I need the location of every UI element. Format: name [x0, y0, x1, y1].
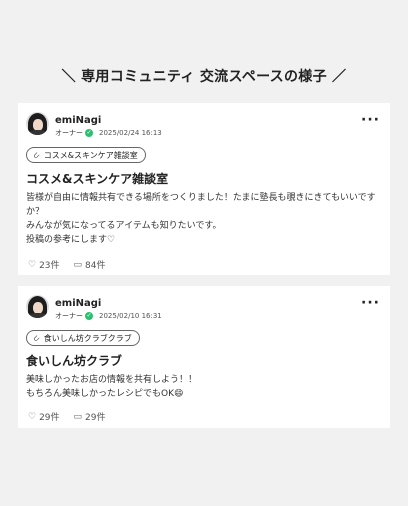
author-role: オーナー	[55, 129, 83, 137]
paperclip-icon: ⊂	[30, 149, 42, 161]
author-role: オーナー	[55, 312, 83, 320]
verified-check-icon: ✓	[85, 129, 93, 137]
more-options-icon[interactable]: ···	[361, 113, 380, 127]
comment-count: 29件	[85, 413, 106, 423]
post-card[interactable]: emiNagi オーナー ✓ 2025/02/24 16:13 ··· ⊂ コス…	[18, 103, 390, 275]
topic-tag-label: 食いしん坊クラブクラブ	[43, 333, 132, 343]
topic-tag[interactable]: ⊂ コスメ&スキンケア雑談室	[26, 147, 146, 163]
comment-count: 84件	[85, 261, 106, 271]
like-count: 23件	[39, 261, 60, 271]
post-date: 2025/02/24 16:13	[99, 129, 162, 137]
like-button[interactable]: ♡ 29件	[28, 410, 60, 424]
verified-check-icon: ✓	[85, 312, 93, 320]
comment-icon: ▭	[73, 411, 83, 422]
comment-button[interactable]: ▭ 29件	[73, 410, 106, 424]
author-name[interactable]: emiNagi	[55, 114, 162, 127]
comment-button[interactable]: ▭ 84件	[73, 258, 106, 272]
heart-icon: ♡	[28, 259, 37, 270]
author-name[interactable]: emiNagi	[55, 297, 162, 310]
post-author[interactable]: emiNagi オーナー ✓ 2025/02/24 16:13	[26, 112, 162, 138]
topic-tag[interactable]: ⊂ 食いしん坊クラブクラブ	[26, 330, 140, 346]
post-stats: ♡ 29件 ▭ 29件	[28, 410, 120, 424]
post-date: 2025/02/10 16:31	[99, 312, 162, 320]
post-body: 皆様が自由に情報共有できる場所をつくりました！たまに塾長も覗きにきてもいいですか…	[26, 193, 376, 245]
post-stats: ♡ 23件 ▭ 84件	[28, 258, 120, 272]
avatar[interactable]	[26, 112, 49, 135]
paperclip-icon: ⊂	[30, 332, 42, 344]
avatar[interactable]	[26, 295, 49, 318]
like-button[interactable]: ♡ 23件	[28, 258, 60, 272]
comment-icon: ▭	[73, 259, 83, 270]
heart-icon: ♡	[28, 411, 37, 422]
post-title[interactable]: コスメ&スキンケア雑談室	[26, 170, 168, 187]
page-heading: ＼ 専用コミュニティ 交流スペースの様子 ／	[61, 69, 347, 85]
more-options-icon[interactable]: ···	[361, 296, 380, 310]
topic-tag-label: コスメ&スキンケア雑談室	[43, 150, 138, 160]
post-author[interactable]: emiNagi オーナー ✓ 2025/02/10 16:31	[26, 295, 162, 321]
post-title[interactable]: 食いしん坊クラブ	[26, 352, 122, 369]
like-count: 29件	[39, 413, 60, 423]
post-card[interactable]: emiNagi オーナー ✓ 2025/02/10 16:31 ··· ⊂ 食い…	[18, 286, 390, 428]
post-body: 美味しかったお店の情報を共有しよう！！ もちろん美味しかったレシピでもOK😄	[26, 375, 198, 399]
